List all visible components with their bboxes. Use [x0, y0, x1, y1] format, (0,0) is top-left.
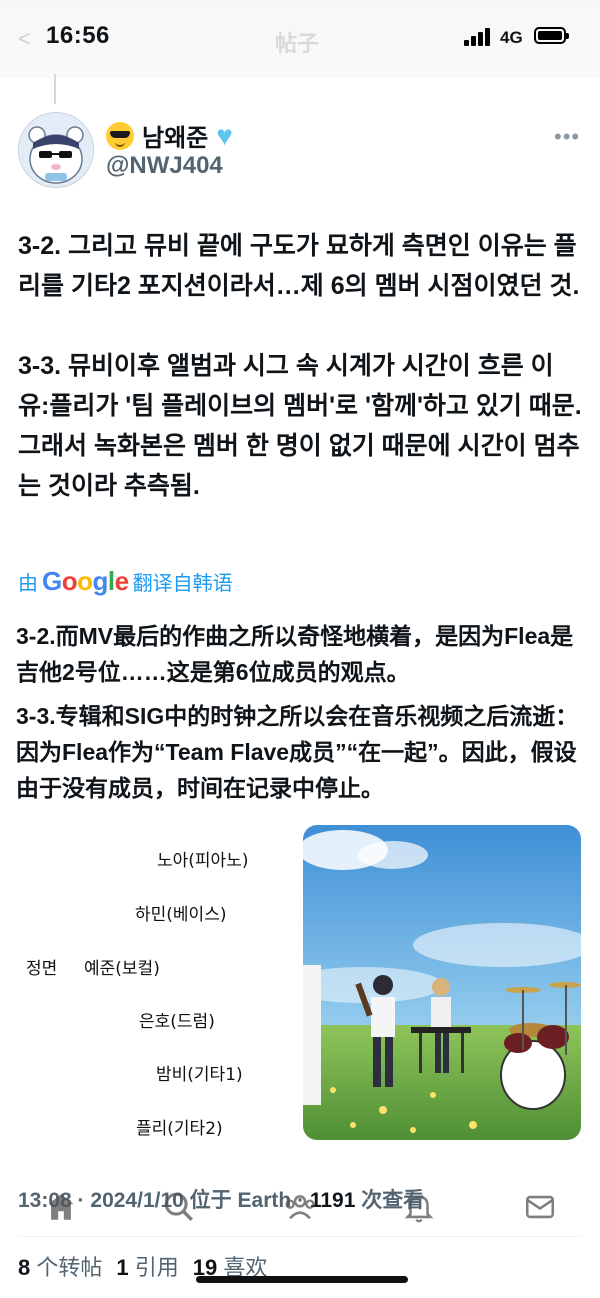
quote-label: 引用 — [134, 1255, 179, 1280]
network-label: 4G — [500, 28, 523, 47]
display-name[interactable]: 남왜준 ♥ — [106, 118, 233, 153]
back-chevron-icon[interactable]: < — [18, 26, 31, 52]
home-icon[interactable] — [44, 1190, 78, 1224]
divider — [18, 1236, 582, 1237]
search-icon[interactable] — [162, 1190, 196, 1224]
position-diagram[interactable]: 노아(피아노) 하민(베이스) 정면 예준(보컬) 은호(드럼) 밤비(기타1)… — [0, 830, 300, 1150]
paragraph-body: 뮤비이후 앨범과 시그 속 시계가 시간이 흐른 이유:플리가 '팀 플레이브의… — [18, 352, 582, 500]
translation-prefix: 由 — [18, 573, 38, 595]
thread-connector-line — [54, 74, 56, 104]
band-scene-image — [303, 825, 581, 1140]
tweet-paragraph: 3-3. 뮤비이후 앨범과 시그 속 시계가 시간이 흐른 이유:플리가 '팀 … — [18, 346, 584, 506]
translation-link[interactable]: 由 Google 翻译自韩语 — [18, 566, 233, 597]
status-bar: < 16:56 帖子 4G — [0, 0, 600, 78]
battery-icon — [534, 27, 569, 44]
diagram-label: 하민(베이스) — [135, 905, 227, 925]
mv-screenshot-image[interactable] — [303, 825, 581, 1140]
messages-icon[interactable] — [523, 1190, 557, 1224]
more-icon[interactable]: ••• — [554, 124, 580, 150]
paragraph-body: 그리고 뮤비 끝에 구도가 묘하게 측면인 이유는 플리를 기타2 포지션이라서… — [18, 232, 580, 300]
signal-icon — [464, 28, 492, 46]
quote-stat[interactable]: 1 引用 — [116, 1250, 178, 1282]
diagram-label: 은호(드럼) — [139, 1012, 215, 1032]
retweet-label: 个转帖 — [36, 1255, 103, 1280]
diagram-label: 플리(기타2) — [136, 1119, 223, 1139]
communities-icon[interactable] — [283, 1190, 317, 1224]
retweet-stat[interactable]: 8 个转帖 — [18, 1250, 102, 1282]
paragraph-number: 3-3. — [18, 352, 62, 380]
paragraph-number: 3-2. — [18, 232, 62, 260]
diagram-front-label: 정면 — [26, 959, 58, 979]
translated-text: 3-2.而MV最后的作曲之所以奇怪地横着，是因为Flea是吉他2号位……这是第6… — [16, 618, 586, 814]
diagram-label: 예준(보컬) — [84, 959, 160, 979]
google-logo: Google — [42, 566, 129, 596]
translated-paragraph: 3-2.而MV最后的作曲之所以奇怪地横着，是因为Flea是吉他2号位……这是第6… — [16, 623, 574, 685]
sunglasses-emoji-icon — [106, 121, 134, 150]
avatar-hamster-icon — [19, 113, 93, 187]
translation-suffix: 翻译自韩语 — [132, 573, 233, 595]
diagram-label: 노아(피아노) — [157, 851, 249, 871]
notifications-icon[interactable] — [402, 1190, 436, 1224]
tweet-paragraph: 3-2. 그리고 뮤비 끝에 구도가 묘하게 측면인 이유는 플리를 기타2 포… — [18, 226, 584, 306]
page-title: 帖子 — [275, 31, 320, 56]
avatar[interactable] — [18, 112, 94, 188]
translated-paragraph: 3-3.专辑和SIG中的时钟之所以会在音乐视频之后流逝：因为Flea作为“Tea… — [16, 703, 579, 801]
quote-count: 1 — [116, 1255, 129, 1280]
retweet-count: 8 — [18, 1255, 31, 1280]
blue-heart-icon: ♥ — [216, 119, 233, 151]
home-indicator[interactable] — [196, 1276, 408, 1283]
status-time: 16:56 — [46, 22, 110, 49]
user-handle[interactable]: @NWJ404 — [106, 152, 223, 180]
diagram-label: 밤비(기타1) — [156, 1065, 243, 1085]
tweet-text: 3-2. 그리고 뮤비 끝에 구도가 묘하게 측면인 이유는 플리를 기타2 포… — [18, 226, 584, 546]
display-name-text: 남왜준 — [142, 125, 209, 152]
